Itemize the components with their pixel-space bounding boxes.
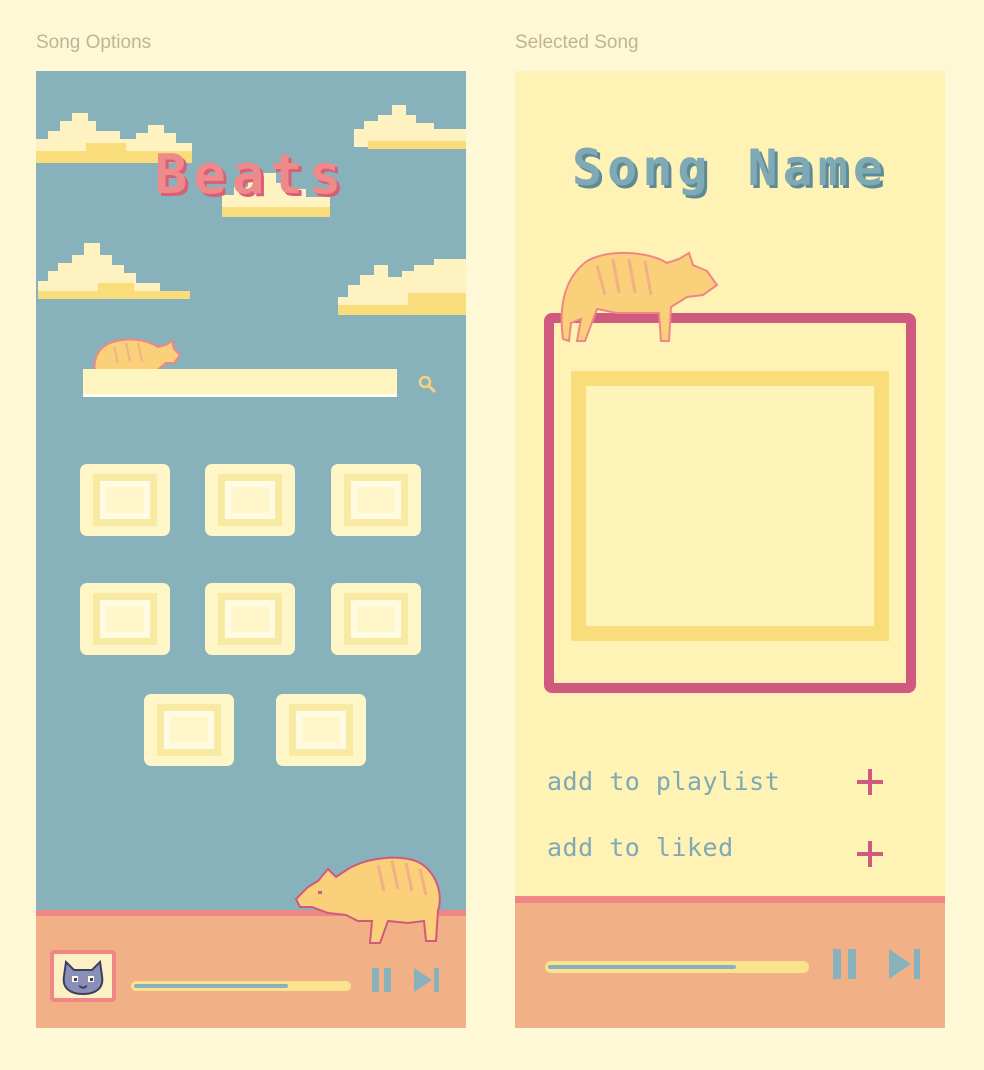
song-tile-7[interactable] [144,694,234,766]
cat-face-icon [62,959,104,996]
sleeping-cat-large-icon [294,856,441,944]
song-tile-3[interactable] [331,464,421,536]
frame-label-selected-song: Selected Song [515,32,639,53]
album-art [544,313,916,693]
skip-next-icon[interactable] [887,947,923,981]
progress-bar[interactable] [545,961,809,973]
song-tile-2[interactable] [205,464,295,536]
cloud-middle-right [338,259,466,315]
progress-bar[interactable] [131,981,351,991]
song-tile-6[interactable] [331,583,421,655]
avatar[interactable] [50,950,116,1002]
search-icon[interactable] [416,373,438,395]
plus-icon [857,841,883,867]
add-to-playlist-button[interactable] [855,767,885,797]
frame-label-song-options: Song Options [36,32,152,53]
add-to-liked-button[interactable] [855,839,885,869]
song-tile-1[interactable] [80,464,170,536]
pause-icon[interactable] [831,947,859,981]
sleeping-cat-album-icon [560,251,719,343]
plus-icon [857,769,883,795]
pause-icon[interactable] [370,966,394,994]
song-title: Song Name [572,139,888,197]
song-options-screen: Beats [36,71,466,1028]
song-tile-4[interactable] [80,583,170,655]
song-tile-8[interactable] [276,694,366,766]
song-tile-5[interactable] [205,583,295,655]
add-to-liked-label: add to liked [547,833,734,862]
cloud-middle-left [38,243,190,299]
add-to-playlist-label: add to playlist [547,767,781,796]
search-input[interactable] [83,369,397,397]
app-title: Beats [154,143,348,206]
skip-next-icon[interactable] [412,966,442,994]
album-art-inner [571,371,889,641]
player-controls [515,896,945,1028]
selected-song-screen: Song Name add to playlist add to liked [515,71,945,1028]
